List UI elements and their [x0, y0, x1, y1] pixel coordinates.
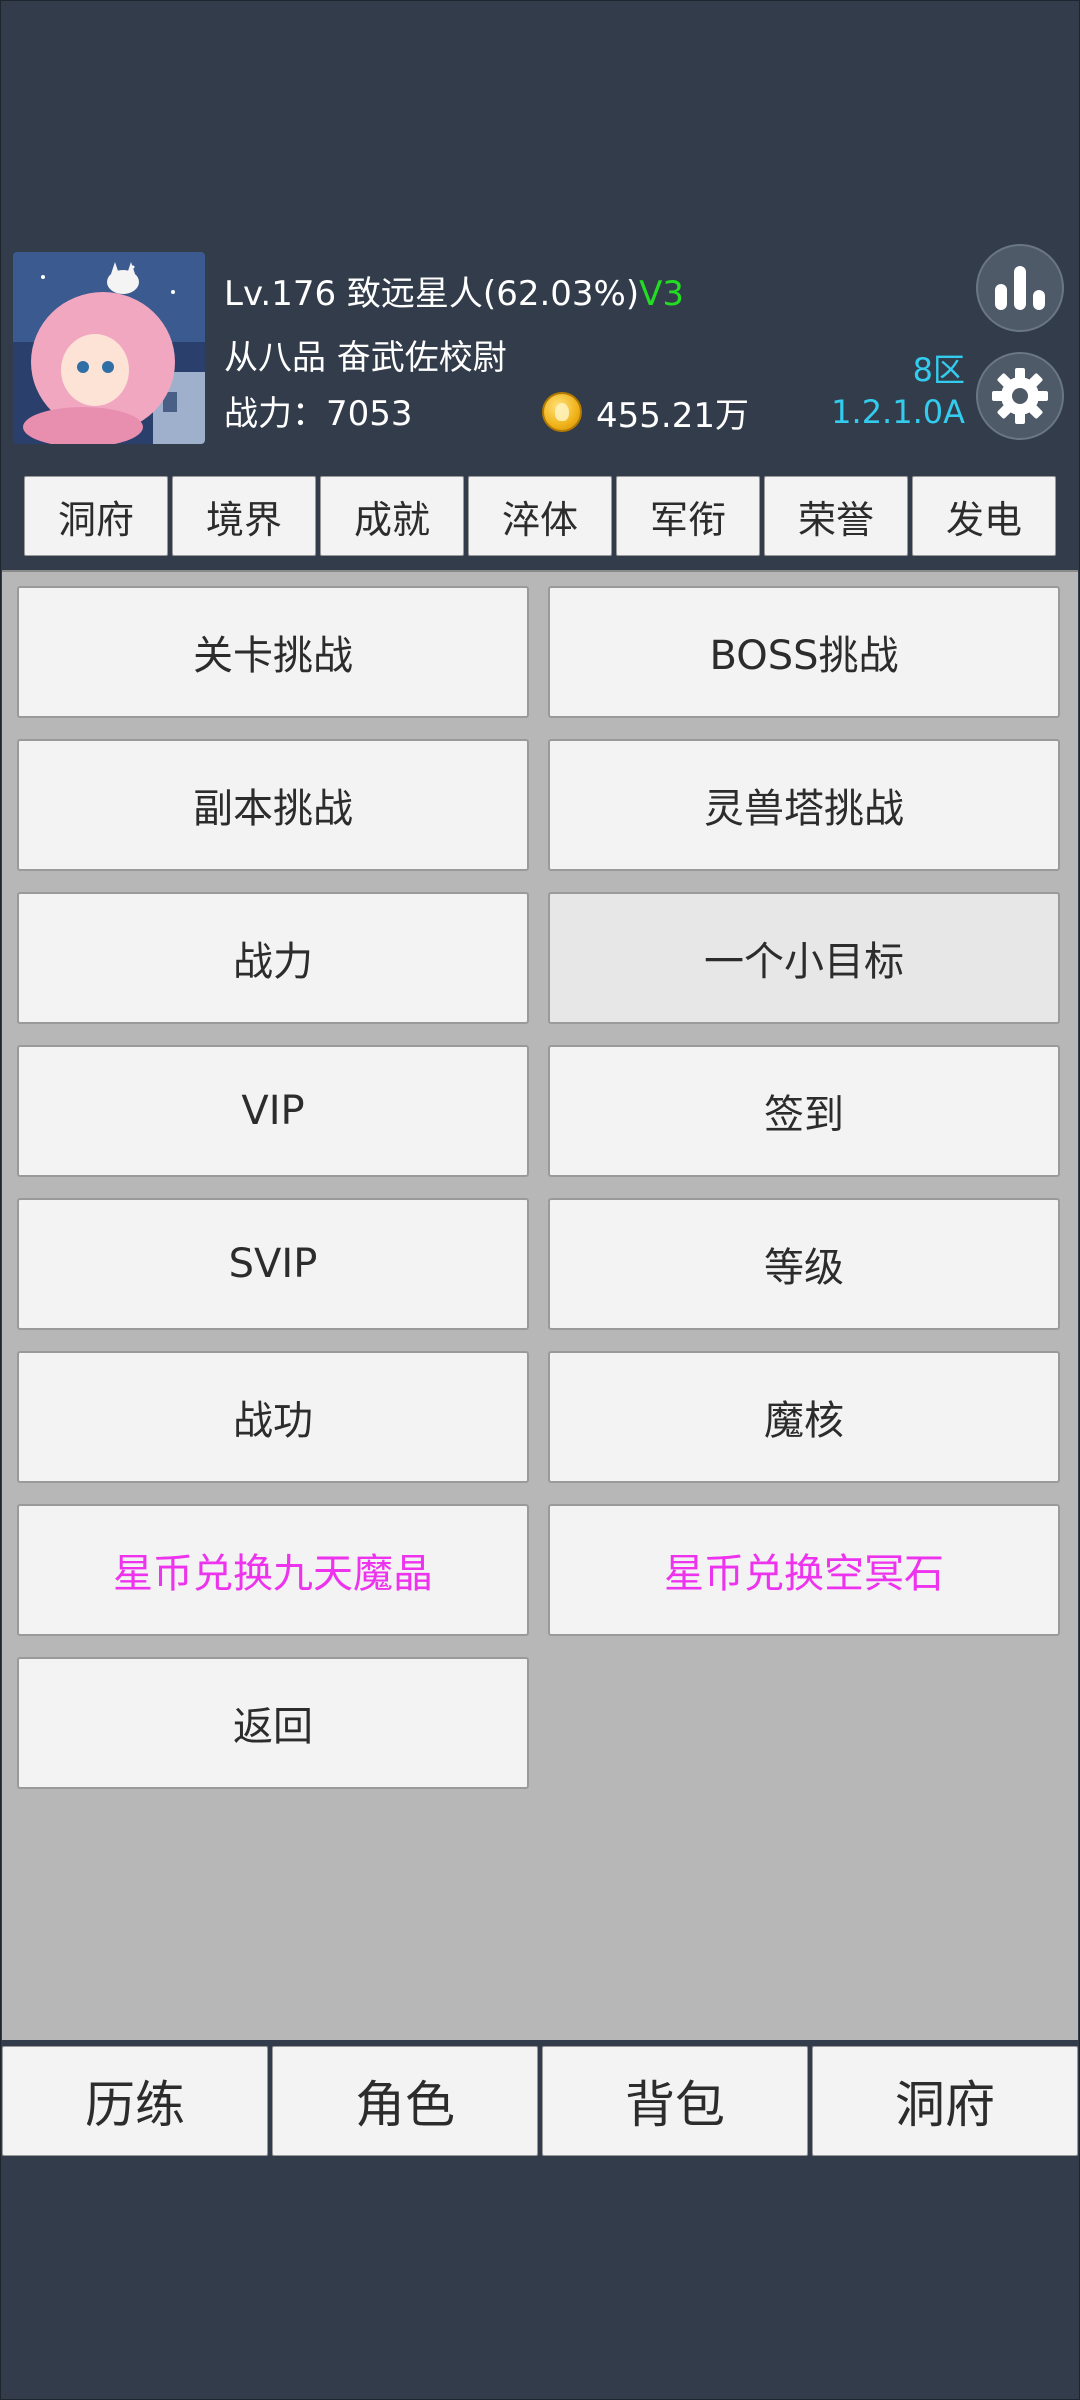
power-text: 战力：7053	[224, 394, 413, 434]
gear-icon	[992, 368, 1048, 424]
level-button[interactable]: 等级	[548, 1198, 1060, 1330]
sign-in-button[interactable]: 签到	[548, 1045, 1060, 1177]
tab-power-generation[interactable]: 发电	[912, 476, 1056, 556]
exchange-void-stone-button[interactable]: 星币兑换空冥石	[548, 1504, 1060, 1636]
bar-chart-icon	[995, 266, 1045, 310]
level-line: Lv.176 致远星人(62.03%)V3	[224, 266, 684, 315]
coin-value: 455.21万	[596, 396, 749, 436]
beast-tower-challenge-button[interactable]: 灵兽塔挑战	[548, 739, 1060, 871]
game-version: 1.2.1.0A	[831, 393, 965, 431]
level-text: Lv.176 致远星人(62.03%)	[224, 274, 640, 314]
merit-button[interactable]: 战功	[17, 1351, 529, 1483]
tab-body-tempering[interactable]: 淬体	[468, 476, 612, 556]
tab-honor[interactable]: 荣誉	[764, 476, 908, 556]
vip-button[interactable]: VIP	[17, 1045, 529, 1177]
stats-button[interactable]	[976, 244, 1064, 332]
nav-character[interactable]: 角色	[272, 2046, 538, 2156]
power-ranking-button[interactable]: 战力	[17, 892, 529, 1024]
menu-panel: 关卡挑战 BOSS挑战 副本挑战 灵兽塔挑战 战力 一个小目标 VIP 签到 S…	[2, 570, 1078, 2040]
back-button[interactable]: 返回	[17, 1657, 529, 1789]
tab-cave[interactable]: 洞府	[24, 476, 168, 556]
rank-title: 从八品 奋武佐校尉	[224, 338, 507, 378]
server-zone: 8区	[912, 351, 965, 389]
tab-military-rank[interactable]: 军衔	[616, 476, 760, 556]
stage-challenge-button[interactable]: 关卡挑战	[17, 586, 529, 718]
svip-button[interactable]: SVIP	[17, 1198, 529, 1330]
exchange-demon-crystal-button[interactable]: 星币兑换九天魔晶	[17, 1504, 529, 1636]
bottom-nav: 历练 角色 背包 洞府	[2, 2046, 1078, 2156]
avatar[interactable]	[13, 252, 205, 444]
tab-realm[interactable]: 境界	[172, 476, 316, 556]
nav-training[interactable]: 历练	[2, 2046, 268, 2156]
nav-cave[interactable]: 洞府	[812, 2046, 1078, 2156]
coin-icon	[542, 392, 582, 432]
nav-backpack[interactable]: 背包	[542, 2046, 808, 2156]
demon-core-button[interactable]: 魔核	[548, 1351, 1060, 1483]
top-tabs: 洞府 境界 成就 淬体 军衔 荣誉 发电	[24, 476, 1056, 556]
small-goal-button[interactable]: 一个小目标	[548, 892, 1060, 1024]
settings-button[interactable]	[976, 352, 1064, 440]
tab-achievement[interactable]: 成就	[320, 476, 464, 556]
vip-tag: V3	[639, 274, 684, 314]
boss-challenge-button[interactable]: BOSS挑战	[548, 586, 1060, 718]
dungeon-challenge-button[interactable]: 副本挑战	[17, 739, 529, 871]
